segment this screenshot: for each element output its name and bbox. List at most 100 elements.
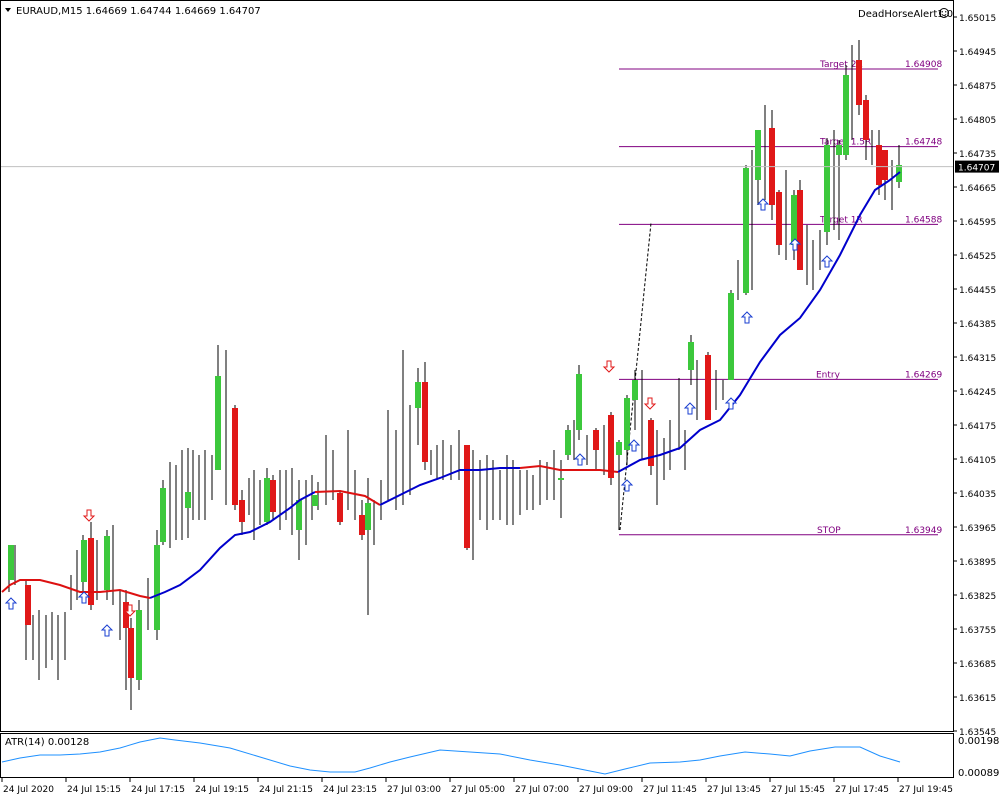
atr-label: ATR(14) 0.00128 xyxy=(5,737,89,748)
time-label: 27 Jul 07:00 xyxy=(515,785,569,795)
chart-window[interactable]: Target 2R 1.64908 Target 1.5R 1.64748 Target… xyxy=(0,0,1000,800)
bull-candle-body xyxy=(312,495,318,506)
bull-candle-body xyxy=(81,540,87,582)
level-name: STOP xyxy=(817,526,841,536)
time-axis: 24 Jul 2020 24 Jul 15:15 24 Jul 17:15 24 Ju… xyxy=(1,778,953,795)
level-price: 1.64908 xyxy=(905,60,942,70)
bear-candle-body xyxy=(797,190,803,270)
price-label: 1.64525 xyxy=(959,252,996,262)
price-label: 1.63825 xyxy=(959,592,996,602)
time-label: 24 Jul 19:15 xyxy=(195,785,249,795)
atr-scale-high: 0.00198 xyxy=(958,736,999,747)
time-label: 24 Jul 23:15 xyxy=(323,785,377,795)
bear-candle-body xyxy=(270,480,276,512)
bull-candle-body xyxy=(836,145,842,155)
bear-candle-body xyxy=(705,355,711,420)
price-label: 1.64035 xyxy=(959,490,996,500)
bear-candle-body xyxy=(337,493,343,522)
bear-candle-body xyxy=(422,382,428,462)
bear-candle-body xyxy=(88,538,94,605)
price-label: 1.65015 xyxy=(959,14,996,24)
bear-candle-body xyxy=(239,500,245,522)
bear-candle-body xyxy=(464,445,470,548)
bull-candle-body xyxy=(576,374,582,430)
current-price-value: 1.64707 xyxy=(958,164,995,174)
level-name: Entry xyxy=(816,370,841,380)
time-label: 24 Jul 15:15 xyxy=(67,785,121,795)
bull-candle-body xyxy=(160,488,166,542)
indicator-name: DeadHorseAlert1.0 xyxy=(858,9,953,20)
price-label: 1.63965 xyxy=(959,524,996,534)
bull-candle-body xyxy=(215,376,221,470)
price-label: 1.64315 xyxy=(959,354,996,364)
bear-candle-body xyxy=(128,628,134,678)
time-label: 27 Jul 11:45 xyxy=(643,785,697,795)
price-label: 1.63755 xyxy=(959,626,996,636)
time-label: 27 Jul 03:00 xyxy=(387,785,441,795)
bear-candle-body xyxy=(776,192,782,245)
price-label: 1.64945 xyxy=(959,48,996,58)
price-label: 1.64245 xyxy=(959,388,996,398)
level-price: 1.64748 xyxy=(905,138,942,148)
bear-candle-body xyxy=(856,60,862,105)
bear-candle-body xyxy=(882,150,888,180)
bull-candle-body xyxy=(824,145,830,232)
price-label: 1.64805 xyxy=(959,116,996,126)
time-label: 24 Jul 2020 xyxy=(3,785,54,795)
bull-candle-body xyxy=(296,500,302,530)
time-label: 27 Jul 09:00 xyxy=(579,785,633,795)
bull-candle-body xyxy=(743,168,749,293)
atr-scale-low: 0.00089 xyxy=(958,768,999,779)
bull-candle-body xyxy=(558,478,564,480)
bull-candle-body xyxy=(728,293,734,380)
price-label: 1.64455 xyxy=(959,286,996,296)
bull-candle-body xyxy=(8,545,14,580)
bull-candle-body xyxy=(624,398,630,450)
bull-candle-body xyxy=(264,478,270,522)
bull-candle-body xyxy=(565,430,571,455)
price-label: 1.63615 xyxy=(959,694,996,704)
bull-candle-body xyxy=(791,195,797,245)
time-label: 27 Jul 05:00 xyxy=(451,785,505,795)
bear-candle-body xyxy=(232,408,238,505)
bull-candle-body xyxy=(632,380,638,400)
price-label: 1.64105 xyxy=(959,456,996,466)
bear-candle-body xyxy=(863,100,869,140)
time-label: 24 Jul 17:15 xyxy=(131,785,185,795)
atr-panel-frame xyxy=(0,733,954,778)
bull-candle-body xyxy=(154,545,160,630)
price-panel-frame xyxy=(0,0,954,732)
time-label: 27 Jul 15:45 xyxy=(771,785,825,795)
time-label: 27 Jul 17:45 xyxy=(835,785,889,795)
price-label: 1.63895 xyxy=(959,558,996,568)
bull-candle-body xyxy=(843,75,849,155)
bull-candle-body xyxy=(688,342,694,370)
bull-candle-body xyxy=(136,610,142,680)
bear-candle-body xyxy=(25,585,31,625)
price-label: 1.63685 xyxy=(959,660,996,670)
level-price: 1.63949 xyxy=(905,526,942,536)
bear-candle-body xyxy=(359,515,365,535)
bear-candle-body xyxy=(608,415,614,478)
bear-candle-body xyxy=(648,420,654,466)
time-label: 24 Jul 21:15 xyxy=(259,785,313,795)
price-label: 1.64735 xyxy=(959,150,996,160)
bull-candle-body xyxy=(415,382,421,408)
time-label: 27 Jul 19:45 xyxy=(899,785,953,795)
symbol-info: EURAUD,M15 1.64669 1.64744 1.64669 1.647… xyxy=(16,6,261,17)
level-price: 1.64269 xyxy=(905,370,942,380)
price-label: 1.64875 xyxy=(959,82,996,92)
bull-candle-body xyxy=(755,130,761,180)
bull-candle-body xyxy=(104,536,110,590)
bear-candle-body xyxy=(593,430,599,450)
time-label: 27 Jul 13:45 xyxy=(707,785,761,795)
trading-chart[interactable]: Target 2R 1.64908Target 1.5R 1.64748Target… xyxy=(0,0,1000,800)
price-label: 1.64175 xyxy=(959,422,996,432)
price-label: 1.64385 xyxy=(959,320,996,330)
level-price: 1.64588 xyxy=(905,215,942,225)
bull-candle-body xyxy=(365,503,371,530)
bear-candle-body xyxy=(876,145,882,185)
bull-candle-body xyxy=(616,442,622,455)
bull-candle-body xyxy=(185,492,191,508)
price-label: 1.64665 xyxy=(959,184,996,194)
